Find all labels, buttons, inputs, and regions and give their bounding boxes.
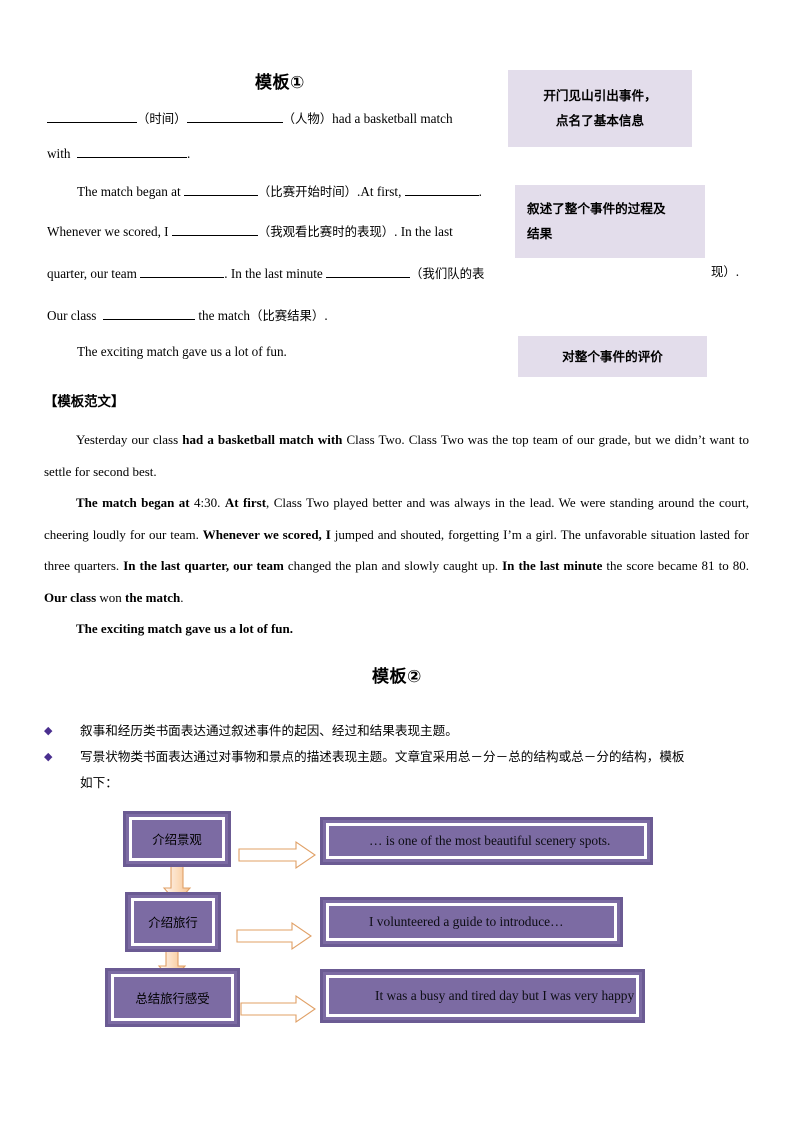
blank-last-minute[interactable] <box>326 264 411 278</box>
sample-essay-heading: 【模板范文】 <box>44 395 125 410</box>
bullet-item-1-label: 叙事和经历类书面表达通过叙述事件的起因、经过和结果表现主题。 <box>80 723 458 738</box>
flow-stage-3-box[interactable]: 总结旅行感受 <box>105 968 240 1027</box>
callout-box-1: 开门见山引出事件， 点名了基本信息 <box>508 70 692 147</box>
text-our-class: Our class <box>47 308 97 323</box>
blank-start-time[interactable] <box>183 182 258 196</box>
text-the-match: the match <box>198 308 250 323</box>
text-period-2: . <box>478 184 482 199</box>
text-in-last-minute: . In the last minute <box>224 266 323 281</box>
right-arrow-icon-1 <box>238 840 316 870</box>
blank-at-first[interactable] <box>404 182 479 196</box>
flow-example-3-box[interactable]: It was a busy and tired day but I was ve… <box>320 969 645 1023</box>
text-in-the-last: . In the last <box>394 224 453 239</box>
flow-example-2-box[interactable]: I volunteered a guide to introduce… <box>320 897 623 947</box>
essay-paragraph-3: The exciting match gave us a lot of fun. <box>76 621 294 636</box>
callout-2-line-2: 结果 <box>527 226 553 241</box>
text-at-first: .At first, <box>357 184 402 199</box>
bullet-item-3-continuation: 如下： <box>44 770 749 796</box>
text-match-began: The match began at <box>77 184 181 199</box>
callout-3-line-1: 对整个事件的评价 <box>562 349 663 364</box>
template-1-title: 模板① <box>255 73 305 93</box>
text-had-match: had a basketball match <box>332 111 453 126</box>
essay-paragraph-1: Yesterday our class had a basketball mat… <box>44 432 749 479</box>
flow-example-1-box[interactable]: … is one of the most beautiful scenery s… <box>320 817 653 865</box>
template-1-line-1: （时间） （人物）had a basketball match <box>47 109 453 127</box>
text-with: with <box>47 146 71 161</box>
text-period-3: . <box>735 264 740 279</box>
blank-team-action[interactable] <box>140 264 225 278</box>
blank-my-behavior[interactable] <box>171 222 258 236</box>
template-2-title: 模板② <box>372 667 422 687</box>
text-period-4: . <box>324 308 328 323</box>
template-1-line-7: The exciting match gave us a lot of fun. <box>77 344 287 360</box>
diamond-bullet-icon: ◆ <box>44 724 53 737</box>
bullet-item-2: ◆ 写景状物类书面表达通过对事物和景点的描述表现主题。文章宜采用总－分－总的结构… <box>44 744 759 770</box>
flow-stage-1-label: 介绍景观 <box>152 832 202 847</box>
template-1-line-6: Our class the match（比赛结果）. <box>47 306 328 324</box>
label-time: （时间） <box>137 111 187 126</box>
label-team-perf-b: 现） <box>711 264 736 279</box>
label-start-time: （比赛开始时间） <box>257 184 358 199</box>
flow-example-2-label: I volunteered a guide to introduce… <box>369 914 564 929</box>
flow-stage-2-label: 介绍旅行 <box>148 915 198 930</box>
text-closing: The exciting match gave us a lot of fun. <box>77 344 287 359</box>
flow-stage-2-box[interactable]: 介绍旅行 <box>125 892 221 952</box>
blank-time[interactable] <box>47 109 137 123</box>
blank-result[interactable] <box>103 306 196 320</box>
text-whenever: Whenever we scored, I <box>47 224 169 239</box>
document-page: 模板① （时间） （人物）had a basketball match with … <box>0 0 794 1123</box>
label-result: （比赛结果） <box>249 308 325 323</box>
callout-box-2: 叙述了整个事件的过程及 结果 <box>515 185 705 258</box>
label-person: （人物） <box>282 111 333 126</box>
flow-example-1-label: … is one of the most beautiful scenery s… <box>369 833 611 848</box>
text-period-1: . <box>187 146 191 161</box>
sample-essay-body: Yesterday our class had a basketball mat… <box>44 424 749 645</box>
right-arrow-icon-2 <box>236 921 312 951</box>
label-my-behavior: （我观看比赛时的表现） <box>257 224 395 239</box>
flow-stage-1-box[interactable]: 介绍景观 <box>123 811 231 867</box>
template-1-line-5: quarter, our team . In the last minute （… <box>47 264 484 282</box>
template-1-line-4: Whenever we scored, I （我观看比赛时的表现）. In th… <box>47 222 453 240</box>
template-1-line-3: The match began at （比赛开始时间）.At first, . <box>77 182 482 200</box>
bullet-item-2-label: 写景状物类书面表达通过对事物和景点的描述表现主题。文章宜采用总－分－总的结构或总… <box>80 749 685 764</box>
callout-1-line-2: 点名了基本信息 <box>555 113 645 128</box>
blank-person[interactable] <box>186 109 283 123</box>
flow-example-3-label: It was a busy and tired day but I was ve… <box>375 988 635 1003</box>
bullet-item-1: ◆ 叙事和经历类书面表达通过叙述事件的起因、经过和结果表现主题。 <box>44 718 749 744</box>
right-arrow-icon-3 <box>240 994 316 1024</box>
callout-1-line-1: 开门见山引出事件， <box>543 88 657 103</box>
diamond-bullet-icon: ◆ <box>44 750 53 763</box>
callout-box-3: 对整个事件的评价 <box>518 336 707 377</box>
flow-stage-3-label: 总结旅行感受 <box>135 990 210 1006</box>
bullet-item-3-label: 如下： <box>80 775 118 790</box>
essay-paragraph-2: The match began at 4:30. At first, Class… <box>44 495 750 605</box>
label-team-perf-a: （我们队的表 <box>410 266 485 281</box>
template-1-line-2: with . <box>47 144 190 162</box>
template-1-line-5-overflow: 现）. <box>711 264 739 280</box>
callout-2-line-1: 叙述了整个事件的过程及 <box>527 201 666 216</box>
blank-opponent[interactable] <box>77 144 188 158</box>
text-quarter-our-team: quarter, our team <box>47 266 137 281</box>
